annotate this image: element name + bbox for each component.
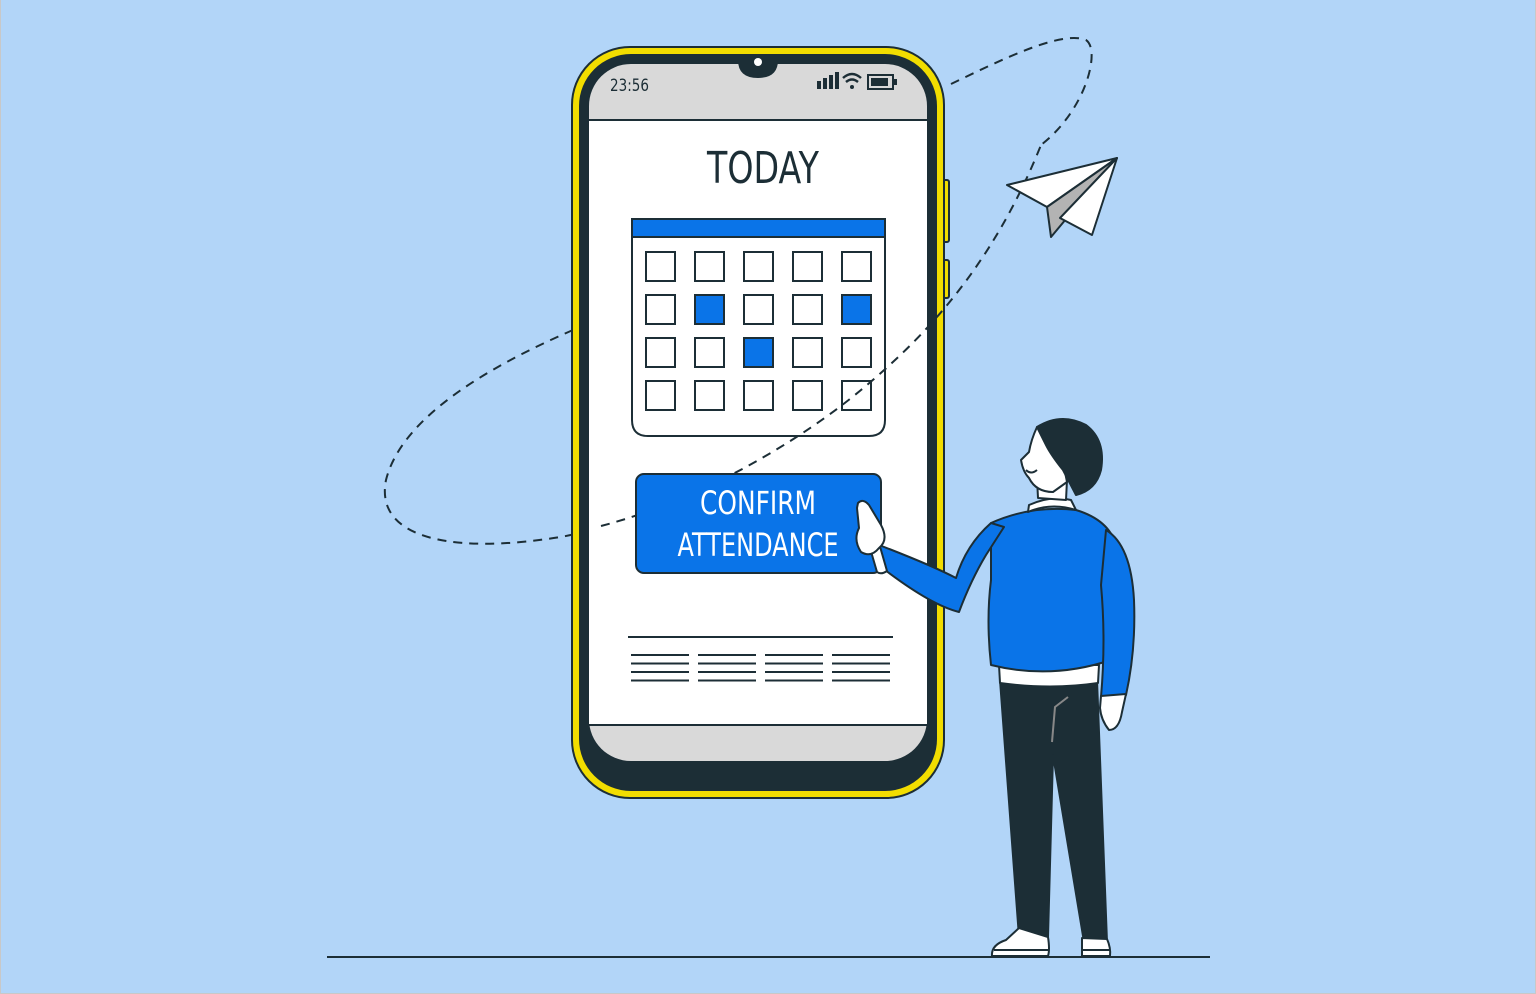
calendar-day[interactable]	[645, 294, 676, 325]
calendar-day[interactable]	[792, 251, 823, 282]
paper-plane-icon	[1006, 157, 1118, 238]
calendar-day[interactable]	[792, 380, 823, 411]
calendar-day-selected[interactable]	[694, 294, 725, 325]
calendar-day[interactable]	[694, 337, 725, 368]
person-sweater	[987, 507, 1120, 673]
calendar-day-selected[interactable]	[743, 337, 774, 368]
calendar-day-selected[interactable]	[841, 294, 872, 325]
calendar-day[interactable]	[841, 380, 872, 411]
illustration-scene: 23:56 TODAY CONFIRM ATTENDANCE	[0, 0, 1536, 994]
calendar-day[interactable]	[694, 251, 725, 282]
calendar-day[interactable]	[645, 337, 676, 368]
calendar-day[interactable]	[645, 251, 676, 282]
calendar-widget	[631, 218, 886, 437]
calendar-day[interactable]	[645, 380, 676, 411]
calendar-day[interactable]	[694, 380, 725, 411]
confirm-button-line1: CONFIRM	[700, 484, 816, 522]
confirm-attendance-button[interactable]: CONFIRM ATTENDANCE	[635, 473, 882, 574]
person-shoe-right	[1081, 937, 1112, 957]
calendar-day[interactable]	[841, 251, 872, 282]
illustration-canvas: 23:56 TODAY CONFIRM ATTENDANCE	[327, 37, 1210, 958]
front-camera-icon	[754, 58, 762, 66]
confirm-button-line2: ATTENDANCE	[678, 526, 839, 564]
calendar-header-bar	[631, 218, 886, 238]
calendar-day[interactable]	[743, 380, 774, 411]
calendar-day[interactable]	[743, 294, 774, 325]
dashed-orbit-back	[383, 329, 602, 545]
status-time: 23:56	[610, 76, 649, 96]
calendar-day[interactable]	[792, 337, 823, 368]
calendar-day[interactable]	[841, 337, 872, 368]
screen-title: TODAY	[706, 143, 819, 194]
calendar-day[interactable]	[792, 294, 823, 325]
dashed-orbit-top	[950, 37, 1093, 146]
